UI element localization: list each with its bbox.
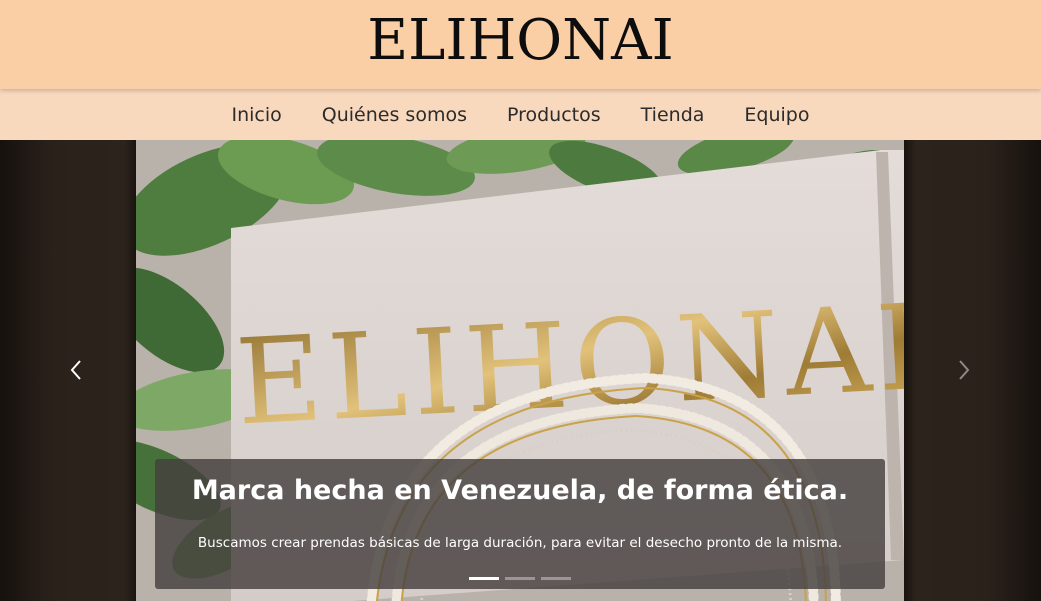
nav-item-tienda[interactable]: Tienda	[641, 104, 705, 126]
carousel-next-button[interactable]	[944, 345, 984, 395]
carousel-indicator-2[interactable]	[505, 577, 535, 580]
hero-carousel: ELIHONAI Marca hecha en Venezuela, de fo…	[0, 140, 1041, 601]
nav-item-productos[interactable]: Productos	[507, 104, 601, 126]
carousel-prev-button[interactable]	[56, 345, 96, 395]
caption-text: Buscamos crear prendas básicas de larga …	[197, 535, 843, 551]
caption-title: Marca hecha en Venezuela, de forma ética…	[191, 475, 849, 506]
site-header: ELIHONAI	[0, 0, 1041, 89]
nav-item-quienes-somos[interactable]: Quiénes somos	[322, 104, 467, 126]
carousel-caption: Marca hecha en Venezuela, de forma ética…	[155, 459, 885, 589]
nav-item-inicio[interactable]: Inicio	[232, 104, 282, 126]
carousel-indicators	[469, 577, 571, 580]
main-nav: Inicio Quiénes somos Productos Tienda Eq…	[0, 89, 1041, 140]
brand-logo[interactable]: ELIHONAI	[0, 8, 1041, 74]
carousel-indicator-1[interactable]	[469, 577, 499, 580]
chevron-left-icon	[70, 360, 81, 380]
chevron-right-icon	[959, 360, 970, 380]
nav-item-equipo[interactable]: Equipo	[744, 104, 809, 126]
carousel-indicator-3[interactable]	[541, 577, 571, 580]
